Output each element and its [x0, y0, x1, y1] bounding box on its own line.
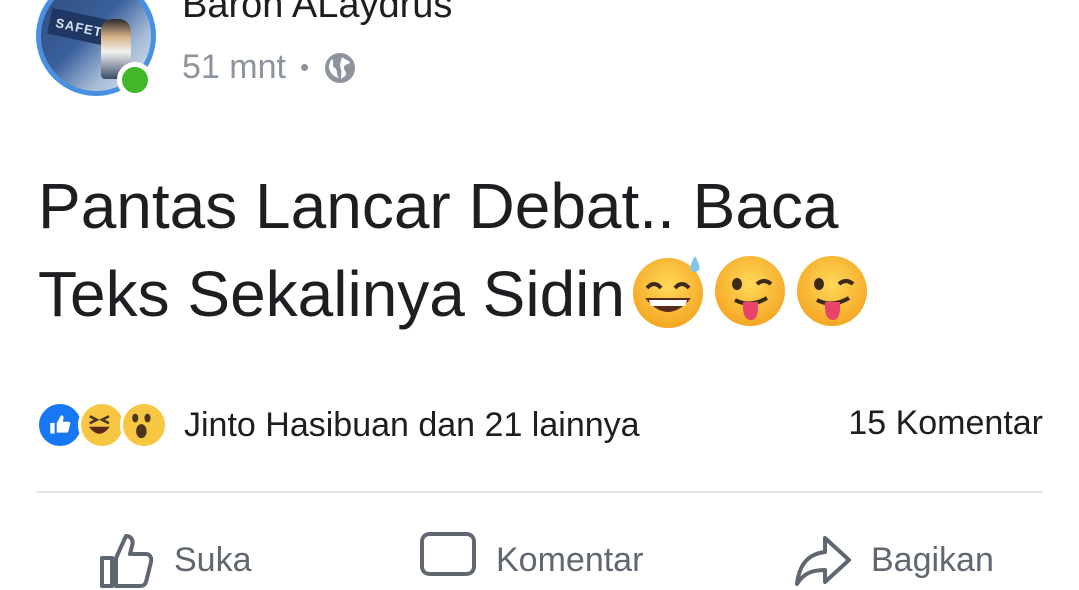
comments-count[interactable]: 15 Komentar	[848, 404, 1043, 443]
post-text-line1: Pantas Lancar Debat.. Baca	[38, 170, 839, 242]
actions-divider	[36, 491, 1043, 493]
winking-tongue-emoji-icon	[796, 256, 867, 326]
share-button[interactable]: Bagikan	[793, 530, 994, 590]
online-status-dot	[117, 62, 153, 98]
globe-icon	[325, 52, 356, 83]
share-label: Bagikan	[871, 540, 994, 579]
grinning-sweat-emoji-icon	[632, 256, 703, 328]
author-name[interactable]: Baron ALaydrus	[182, 0, 452, 27]
reaction-summary[interactable]: Jinto Hasibuan dan 21 lainnya	[36, 400, 640, 450]
post-text-line2: Teks Sekalinya Sidin	[38, 250, 1038, 338]
comment-bubble-icon	[420, 532, 476, 576]
like-label: Suka	[174, 540, 252, 579]
post-text: Pantas Lancar Debat.. Baca Teks Sekaliny…	[38, 162, 1038, 338]
comment-button[interactable]: Komentar	[418, 530, 643, 590]
share-arrow-icon	[795, 536, 851, 586]
winking-tongue-emoji-icon	[714, 256, 785, 326]
reaction-summary-text: Jinto Hasibuan dan 21 lainnya	[184, 405, 640, 444]
post-meta: 51 mnt •	[182, 48, 357, 87]
post-text-line2-words: Teks Sekalinya Sidin	[38, 258, 625, 330]
like-icon	[36, 401, 84, 449]
like-button[interactable]: Suka	[96, 530, 252, 590]
wow-icon	[120, 401, 168, 449]
meta-separator: •	[299, 52, 310, 82]
reaction-icons	[36, 401, 168, 449]
comment-label: Komentar	[496, 540, 644, 579]
thumbs-up-icon	[100, 534, 154, 588]
post-time[interactable]: 51 mnt	[182, 48, 286, 87]
haha-icon	[78, 401, 126, 449]
